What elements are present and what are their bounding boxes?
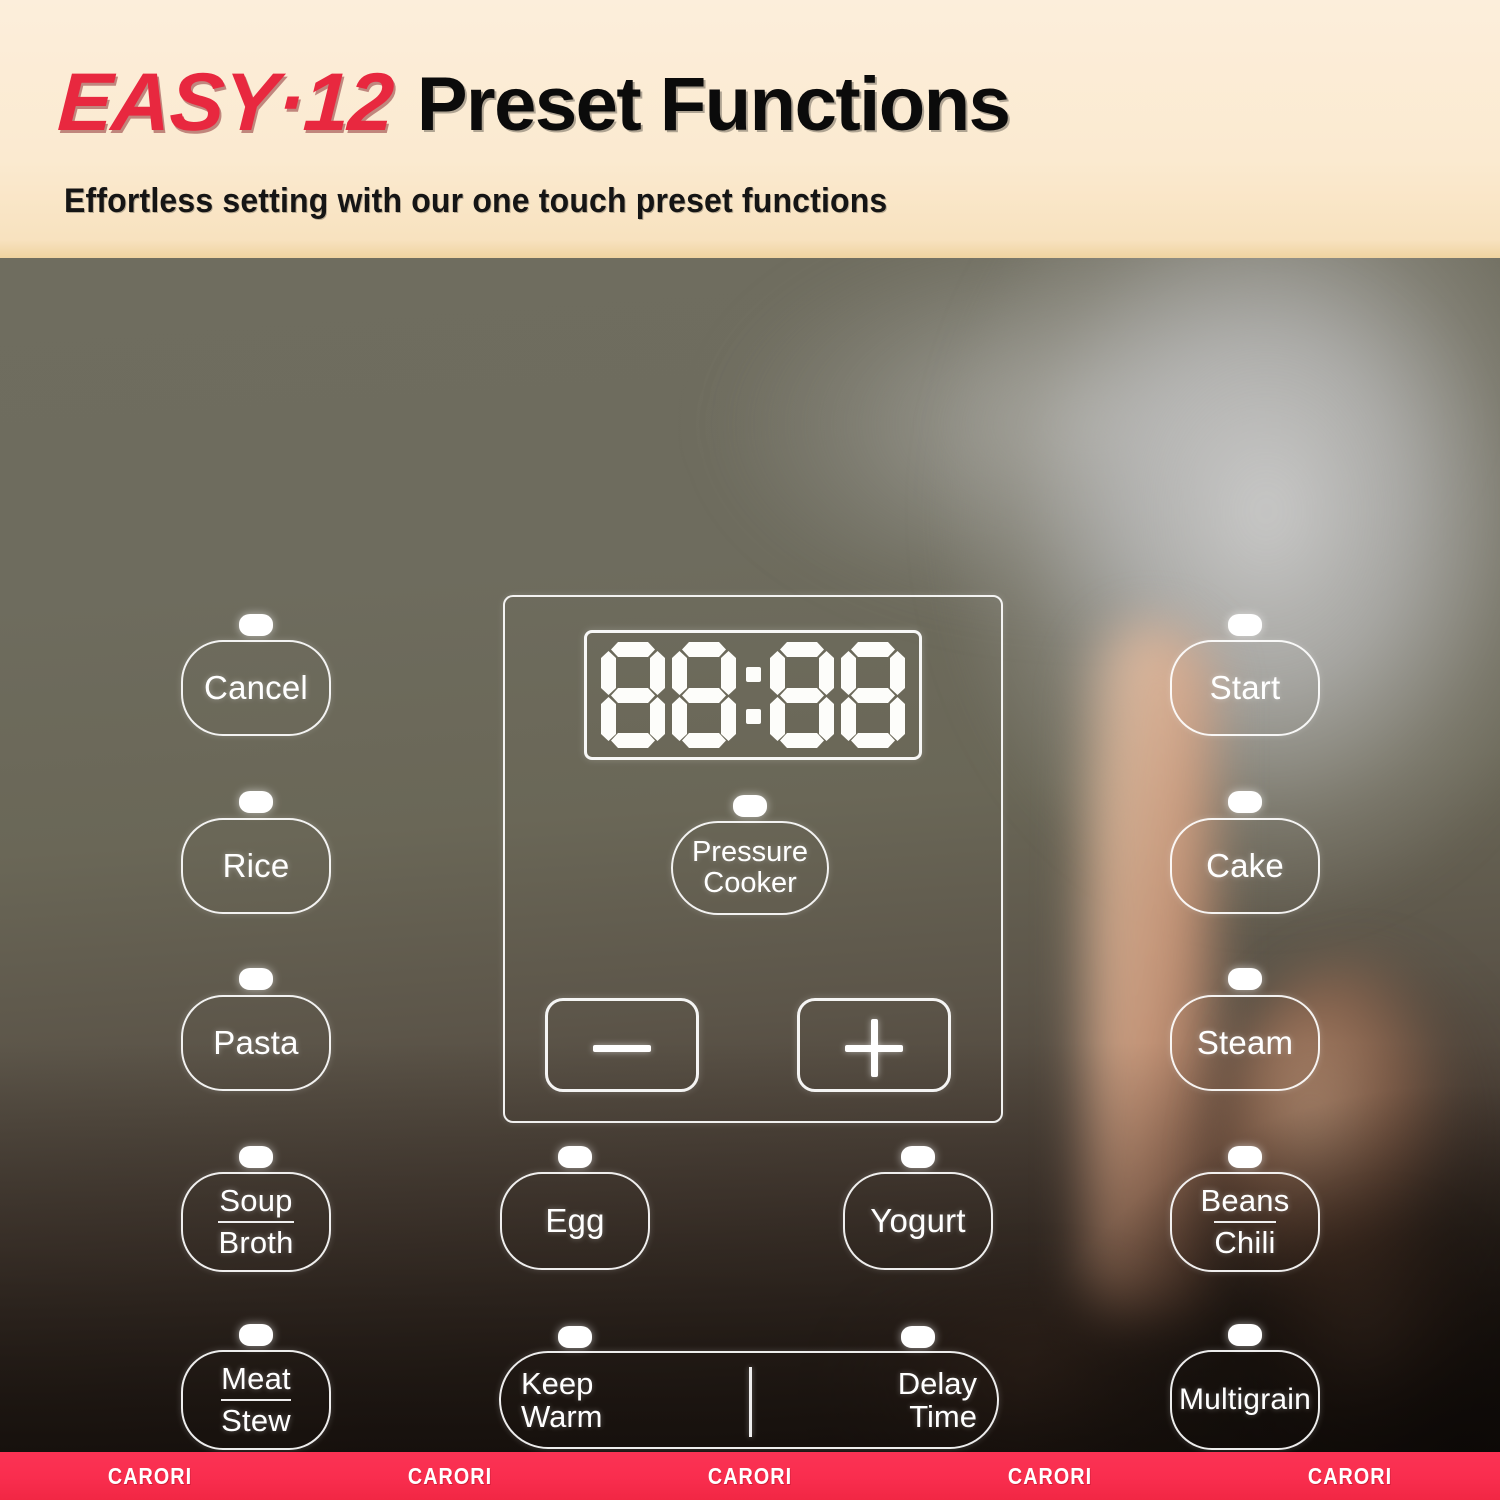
led-indicator-multigrain [1228,1324,1262,1346]
button-label: Cancel [204,668,308,706]
led-indicator-delay-time [901,1326,935,1348]
button-pressure-cooker[interactable]: Pressure Cooker [671,821,829,915]
touch-controls: Pressure Cooker Cancel Rice Pasta Soup B… [0,258,1500,1452]
button-decrease[interactable] [545,998,699,1092]
button-egg[interactable]: Egg [500,1172,650,1270]
button-keep-warm[interactable]: Keep Warm [521,1353,603,1447]
button-multigrain[interactable]: Multigrain [1170,1350,1320,1450]
button-yogurt[interactable]: Yogurt [843,1172,993,1270]
led-indicator-steam [1228,968,1262,990]
button-meat-stew[interactable]: Meat Stew [181,1350,331,1450]
led-indicator-yogurt [901,1146,935,1168]
brand-label: CARORI [707,1462,793,1489]
page-subtitle: Effortless setting with our one touch pr… [64,182,888,220]
button-label: Pasta [213,1023,299,1061]
button-label-line2: Time [909,1399,977,1434]
led-indicator-start [1228,614,1262,636]
brand-label: CARORI [1007,1462,1093,1489]
button-label-line1: Delay [897,1365,977,1401]
button-delay-time[interactable]: Delay Time [898,1353,977,1447]
plus-icon-vertical [871,1019,878,1077]
led-indicator-pasta [239,968,273,990]
button-label-line2: Broth [218,1220,294,1259]
page-title: EASY·12 Preset Functions [55,57,1011,148]
led-indicator-meat-stew [239,1324,273,1346]
display-digit-2 [671,641,737,749]
button-increase[interactable] [797,998,951,1092]
button-label-line2: Warm [521,1399,603,1434]
button-keep-warm-delay-time[interactable]: Keep Warm Delay Time [499,1351,999,1449]
brand-label: CARORI [407,1462,493,1489]
led-indicator-egg [558,1146,592,1168]
button-beans-chili[interactable]: Beans Chili [1170,1172,1320,1272]
button-cancel[interactable]: Cancel [181,640,331,736]
button-label-line1: Pressure [691,835,809,868]
button-label: Yogurt [870,1201,966,1239]
brand-label: CARORI [1307,1462,1393,1489]
button-label: Steam [1196,1023,1294,1061]
button-soup-broth[interactable]: Soup Broth [181,1172,331,1272]
button-steam[interactable]: Steam [1170,995,1320,1091]
display-digit-1 [600,641,666,749]
product-feature-image: EASY·12 Preset Functions Effortless setti… [0,0,1500,1500]
display-digit-3 [769,641,835,749]
button-rice[interactable]: Rice [181,818,331,914]
led-indicator-cancel [239,614,273,636]
brand-footer: CARORI CARORI CARORI CARORI CARORI [0,1452,1500,1500]
led-indicator-beans-chili [1228,1146,1262,1168]
button-label: Start [1209,668,1281,706]
led-indicator-keep-warm [558,1326,592,1348]
button-label-line1: Soup [219,1183,293,1219]
led-indicator-soup-broth [239,1146,273,1168]
button-label-line1: Meat [221,1361,291,1397]
led-indicator-rice [239,791,273,813]
brand-label: CARORI [107,1462,193,1489]
title-accent: EASY·12 [55,57,396,148]
button-cake[interactable]: Cake [1170,818,1320,914]
button-label-line2: Chili [1214,1220,1276,1259]
pill-divider [749,1367,752,1437]
title-rest: Preset Functions [416,62,1011,147]
button-start[interactable]: Start [1170,640,1320,736]
button-label-line1: Keep [521,1365,594,1401]
led-indicator-pressure-cooker [733,795,767,817]
button-label-line1: Beans [1200,1183,1290,1219]
seven-segment-display [584,630,922,760]
button-label-line2: Cooker [703,867,797,899]
button-label: Multigrain [1178,1383,1312,1417]
button-pasta[interactable]: Pasta [181,995,331,1091]
button-label: Rice [222,846,290,884]
button-label: Cake [1206,846,1284,884]
header-banner: EASY·12 Preset Functions Effortless setti… [0,0,1500,258]
led-indicator-cake [1228,791,1262,813]
display-colon [742,641,764,749]
button-label: Egg [545,1201,605,1239]
minus-icon [593,1045,651,1052]
button-label-line2: Stew [221,1398,291,1437]
cooker-control-panel-photo: Pressure Cooker Cancel Rice Pasta Soup B… [0,258,1500,1452]
display-digit-4 [840,641,906,749]
